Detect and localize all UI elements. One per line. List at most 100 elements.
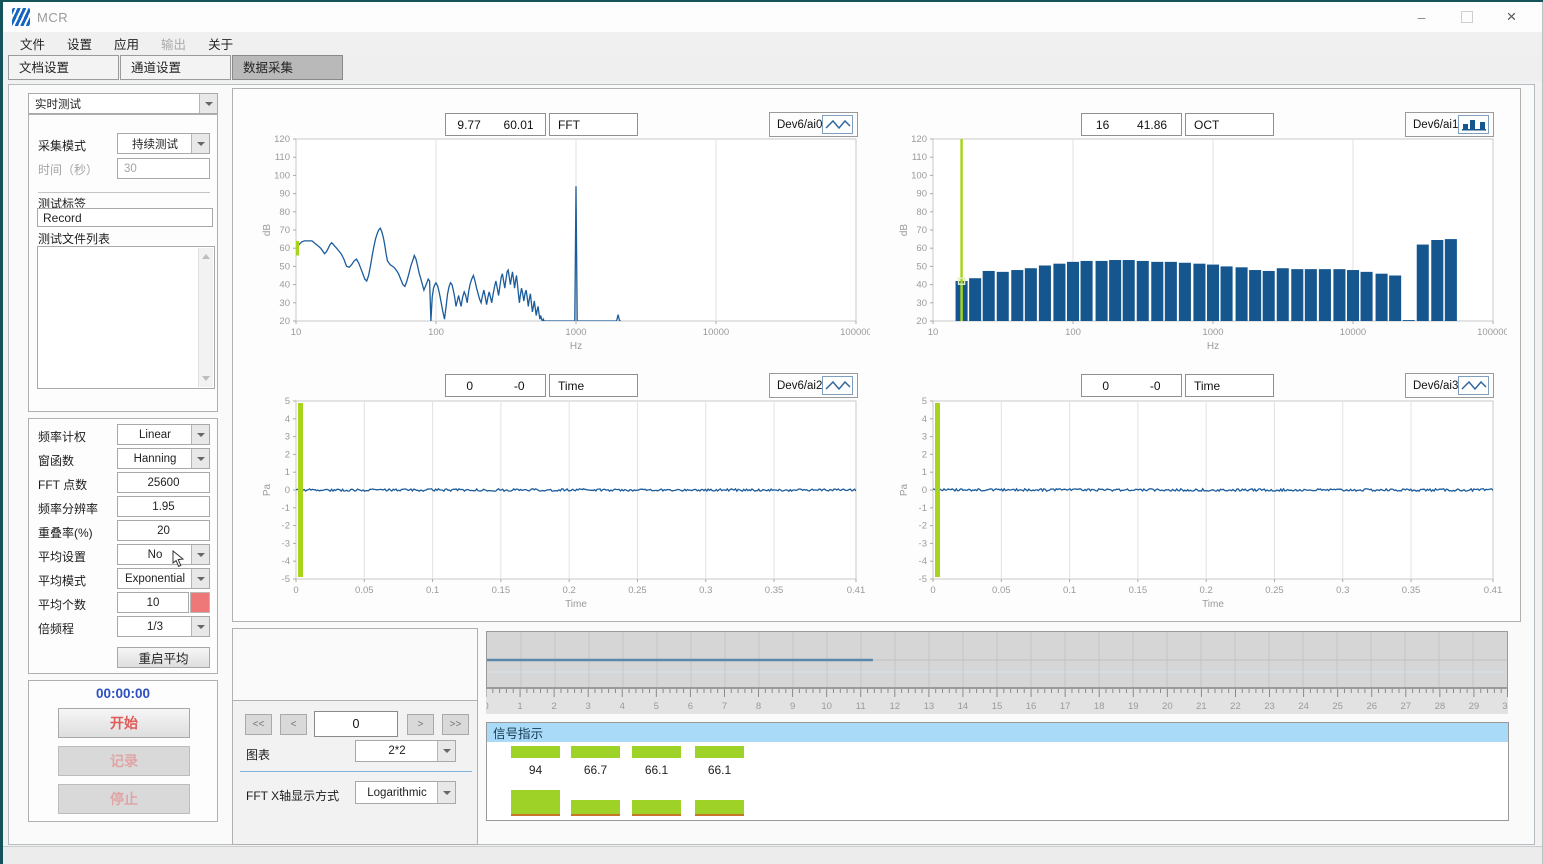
app-title: MCR: [37, 10, 68, 25]
start-button[interactable]: 开始: [58, 708, 190, 738]
page-prev-button[interactable]: <: [280, 714, 307, 735]
menu-item-about[interactable]: 关于: [197, 32, 244, 55]
octave-fraction-select[interactable]: 1/3: [117, 616, 210, 637]
svg-text:0.15: 0.15: [1129, 585, 1148, 596]
svg-text:0.05: 0.05: [355, 585, 374, 596]
page-number-input[interactable]: 0: [314, 711, 398, 737]
time-chart-ai3[interactable]: -5-4-3-2-101234500.050.10.150.20.250.30.…: [895, 392, 1507, 618]
test-mode-select[interactable]: 实时测试: [28, 93, 218, 114]
close-button[interactable]: ×: [1489, 2, 1534, 32]
svg-text:8: 8: [756, 701, 761, 712]
svg-text:0.05: 0.05: [992, 585, 1011, 596]
octave-fraction-label: 倍频程: [38, 620, 74, 637]
svg-text:0.2: 0.2: [1200, 585, 1213, 596]
chevron-down-icon: [191, 449, 209, 468]
maximize-icon: [1461, 11, 1473, 23]
svg-text:3: 3: [285, 432, 290, 443]
chart-layout-value: 2*2: [356, 741, 438, 761]
chevron-down-icon: [191, 617, 209, 636]
time-chart-ai2[interactable]: -5-4-3-2-101234500.050.10.150.20.250.30.…: [258, 392, 870, 618]
svg-text:4: 4: [620, 701, 625, 712]
channel-name: Dev6/ai3: [1413, 380, 1458, 392]
time-seconds-input[interactable]: 30: [117, 158, 210, 179]
record-timeline[interactable]: [486, 631, 1508, 688]
svg-text:21: 21: [1196, 701, 1207, 712]
svg-text:25: 25: [1332, 701, 1343, 712]
svg-text:11: 11: [856, 701, 866, 712]
stop-button[interactable]: 停止: [58, 784, 190, 814]
scroll-down-icon[interactable]: [202, 376, 210, 381]
signal-value-ch0: 94: [511, 763, 560, 777]
channel-name: Dev6/ai2: [777, 380, 822, 392]
signal-value-ch2: 66.1: [632, 763, 681, 777]
tab-doc-settings[interactable]: 文档设置: [8, 55, 119, 80]
cursor-y-value: -0: [1150, 379, 1161, 393]
svg-text:60: 60: [916, 243, 927, 254]
signal-value-ch1: 66.7: [571, 763, 620, 777]
menu-item-application[interactable]: 应用: [103, 32, 150, 55]
svg-text:20: 20: [279, 316, 290, 327]
acq-mode-select[interactable]: 持续测试: [117, 133, 210, 154]
tab-data-acquisition[interactable]: 数据采集: [232, 55, 343, 80]
svg-text:4: 4: [285, 414, 290, 425]
cursor-x-value: 0: [1102, 379, 1109, 393]
minimize-button[interactable]: –: [1399, 2, 1444, 32]
maximize-button[interactable]: [1444, 2, 1489, 32]
line-chart-icon: [824, 378, 852, 393]
page-first-button[interactable]: <<: [245, 714, 272, 735]
svg-text:2: 2: [551, 701, 556, 712]
svg-text:Time: Time: [565, 599, 587, 610]
fft-axis-mode-select[interactable]: Logarithmic: [355, 781, 456, 804]
tab-channel-settings[interactable]: 通道设置: [120, 55, 231, 80]
time-seconds-label: 时间（秒）: [38, 161, 98, 178]
window-function-select[interactable]: Hanning: [117, 448, 210, 469]
chart-layout-select[interactable]: 2*2: [355, 740, 456, 762]
svg-text:0: 0: [293, 585, 298, 596]
test-file-list[interactable]: [37, 246, 215, 389]
average-mode-label: 平均模式: [38, 572, 86, 589]
svg-text:30: 30: [1502, 701, 1508, 712]
signal-level-bar-bottom-ch2: [632, 800, 681, 816]
test-label-input[interactable]: Record: [37, 208, 213, 227]
svg-text:24: 24: [1298, 701, 1309, 712]
freq-weighting-label: 频率计权: [38, 428, 86, 445]
cursor-y-value: -0: [514, 379, 525, 393]
svg-text:80: 80: [279, 207, 290, 218]
average-setting-select[interactable]: No: [117, 544, 210, 565]
average-mode-select[interactable]: Exponential: [117, 568, 210, 589]
menu-item-settings[interactable]: 设置: [56, 32, 103, 55]
fft-chart[interactable]: 2030405060708090100110120101001000100001…: [258, 130, 870, 356]
svg-text:70: 70: [916, 225, 927, 236]
signal-value-ch3: 66.1: [695, 763, 744, 777]
restart-average-button[interactable]: 重启平均: [117, 647, 210, 668]
signal-indicator-panel: 信号指示 9466.766.166.1: [486, 722, 1509, 821]
freq-weighting-select[interactable]: Linear: [117, 424, 210, 445]
svg-text:22: 22: [1230, 701, 1241, 712]
acq-mode-label: 采集模式: [38, 137, 86, 154]
page-next-button[interactable]: >: [407, 714, 434, 735]
overlap-percent-input[interactable]: 20: [117, 520, 210, 541]
fft-points-input[interactable]: 25600: [117, 472, 210, 493]
scroll-up-icon[interactable]: [202, 254, 210, 259]
svg-text:-1: -1: [282, 503, 290, 514]
svg-text:0.3: 0.3: [1336, 585, 1349, 596]
average-count-input[interactable]: 10: [117, 592, 189, 613]
page-last-button[interactable]: >>: [442, 714, 469, 735]
svg-text:0: 0: [922, 485, 927, 496]
oct-chart[interactable]: 2030405060708090100110120101001000100001…: [895, 130, 1507, 356]
overlap-percent-label: 重叠率(%): [38, 524, 93, 541]
cursor-x-value: 0: [466, 379, 473, 393]
menu-item-output[interactable]: 输出: [150, 32, 197, 55]
svg-text:-3: -3: [282, 538, 290, 549]
timeline-ruler: 0123456789101112131415161718192021222324…: [486, 688, 1508, 714]
record-button[interactable]: 记录: [58, 746, 190, 776]
signal-level-bar-bottom-ch3: [695, 800, 744, 816]
scrollbar[interactable]: [198, 248, 213, 387]
svg-text:40: 40: [279, 280, 290, 291]
svg-text:100: 100: [911, 170, 927, 181]
menu-item-file[interactable]: 文件: [9, 32, 56, 55]
freq-resolution-input[interactable]: 1.95: [117, 496, 210, 517]
average-setting-label: 平均设置: [38, 548, 86, 565]
svg-text:100000: 100000: [840, 327, 870, 338]
svg-text:120: 120: [911, 134, 927, 145]
